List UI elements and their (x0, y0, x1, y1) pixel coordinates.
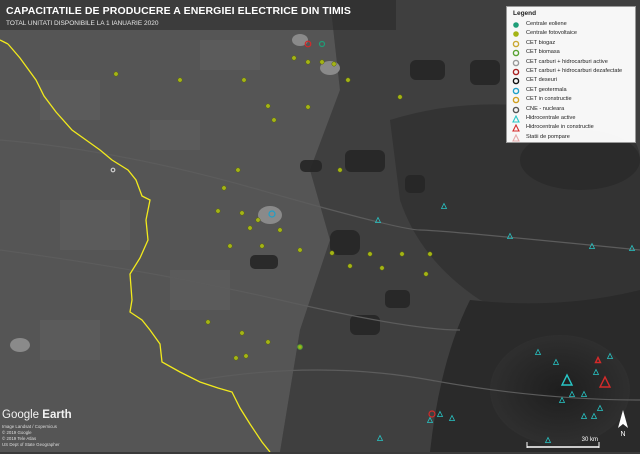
photovoltaic-marker[interactable] (221, 185, 227, 191)
photovoltaic-marker[interactable] (247, 225, 253, 231)
photovoltaic-marker[interactable] (259, 243, 265, 249)
photovoltaic-marker[interactable] (291, 55, 297, 61)
legend-label: CET biogaz (526, 39, 556, 46)
photovoltaic-marker[interactable] (243, 353, 249, 359)
triangle-icon (512, 124, 520, 132)
photovoltaic-marker[interactable] (271, 117, 277, 123)
photovoltaic-marker[interactable] (331, 61, 337, 67)
page-title: CAPACITATILE DE PRODUCERE A ENERGIEI ELE… (6, 5, 351, 17)
legend-label: Centrale fotovoltaice (526, 30, 577, 37)
photovoltaic-marker[interactable] (265, 339, 271, 345)
dot-icon (513, 31, 519, 38)
triangle-icon (512, 133, 520, 142)
legend-item: Statii de pompare (512, 133, 634, 143)
north-arrow-icon: N (614, 408, 632, 438)
legend-label: CNE - nucleara (526, 105, 565, 112)
photovoltaic-marker[interactable] (399, 251, 405, 257)
credit-line: © 2019 Tele Atlas (2, 436, 37, 441)
photovoltaic-marker[interactable] (345, 77, 351, 83)
photovoltaic-marker[interactable] (305, 104, 311, 110)
ring-icon (512, 106, 520, 113)
legend-label: Hidrocentrale in constructie (526, 124, 594, 131)
photovoltaic-marker[interactable] (113, 71, 119, 77)
legend-label: CET carburi + hidrocarburi dezafectate (526, 68, 623, 74)
google-earth-logo: Google Earth (2, 409, 72, 421)
credit-line: © 2019 Google (2, 430, 32, 435)
photovoltaic-marker[interactable] (427, 251, 433, 257)
ring-icon (512, 96, 520, 104)
legend-label: Statii de pompare (526, 133, 570, 140)
photovoltaic-marker[interactable] (337, 167, 343, 173)
legend-label: CET biomasa (526, 49, 560, 56)
photovoltaic-marker[interactable] (367, 251, 373, 257)
photovoltaic-marker[interactable] (277, 227, 283, 233)
triangle-icon (512, 115, 520, 123)
photovoltaic-marker[interactable] (423, 271, 429, 277)
ring-icon (512, 87, 520, 95)
photovoltaic-marker[interactable] (227, 243, 233, 249)
ring-icon (512, 59, 520, 66)
legend-label: Centrale eoliene (526, 21, 567, 27)
logo-earth: Earth (39, 409, 72, 421)
photovoltaic-marker[interactable] (239, 330, 245, 336)
photovoltaic-marker[interactable] (215, 208, 221, 214)
legend-label: Hidrocentrale active (526, 115, 576, 121)
photovoltaic-marker[interactable] (319, 59, 325, 65)
map-legend: Legend Centrale eoliene Centrale fotovolt… (506, 6, 636, 143)
legend-label: CET deseuri (526, 77, 557, 84)
photovoltaic-marker[interactable] (241, 77, 247, 83)
legend-label: CET in constructie (526, 96, 572, 103)
logo-google: Google (2, 409, 40, 421)
photovoltaic-marker[interactable] (235, 167, 241, 173)
photovoltaic-marker[interactable] (177, 77, 183, 83)
legend-heading: Legend (513, 10, 537, 17)
photovoltaic-marker[interactable] (397, 94, 403, 100)
page-subtitle: TOTAL UNITATI DISPONIBILE LA 1 IANUARIE … (6, 20, 159, 27)
photovoltaic-marker[interactable] (239, 210, 245, 216)
scale-bar: 30 km (525, 436, 620, 448)
ring-icon (512, 68, 520, 76)
photovoltaic-marker[interactable] (329, 250, 335, 256)
photovoltaic-marker[interactable] (347, 263, 353, 269)
ring-icon (512, 78, 520, 85)
photovoltaic-marker[interactable] (205, 319, 211, 325)
ring-icon (512, 49, 520, 57)
title-box: CAPACITATILE DE PRODUCERE A ENERGIEI ELE… (0, 0, 396, 30)
photovoltaic-marker[interactable] (297, 247, 303, 253)
credit-line: US Dept of State Geographer (2, 442, 60, 447)
photovoltaic-marker[interactable] (255, 217, 261, 223)
credit-line: Image Landsat / Copernicus (2, 424, 57, 429)
legend-label: CET carburi + hidrocarburi active (526, 58, 608, 65)
dot-icon (513, 22, 519, 28)
north-label: N (620, 431, 625, 438)
legend-label: CET geotermala (526, 86, 567, 93)
photovoltaic-marker[interactable] (305, 59, 311, 65)
photovoltaic-marker[interactable] (379, 265, 385, 271)
scale-label: 30 km (581, 437, 598, 443)
ring-icon (512, 40, 520, 48)
photovoltaic-marker[interactable] (265, 103, 271, 109)
photovoltaic-marker[interactable] (233, 355, 239, 361)
